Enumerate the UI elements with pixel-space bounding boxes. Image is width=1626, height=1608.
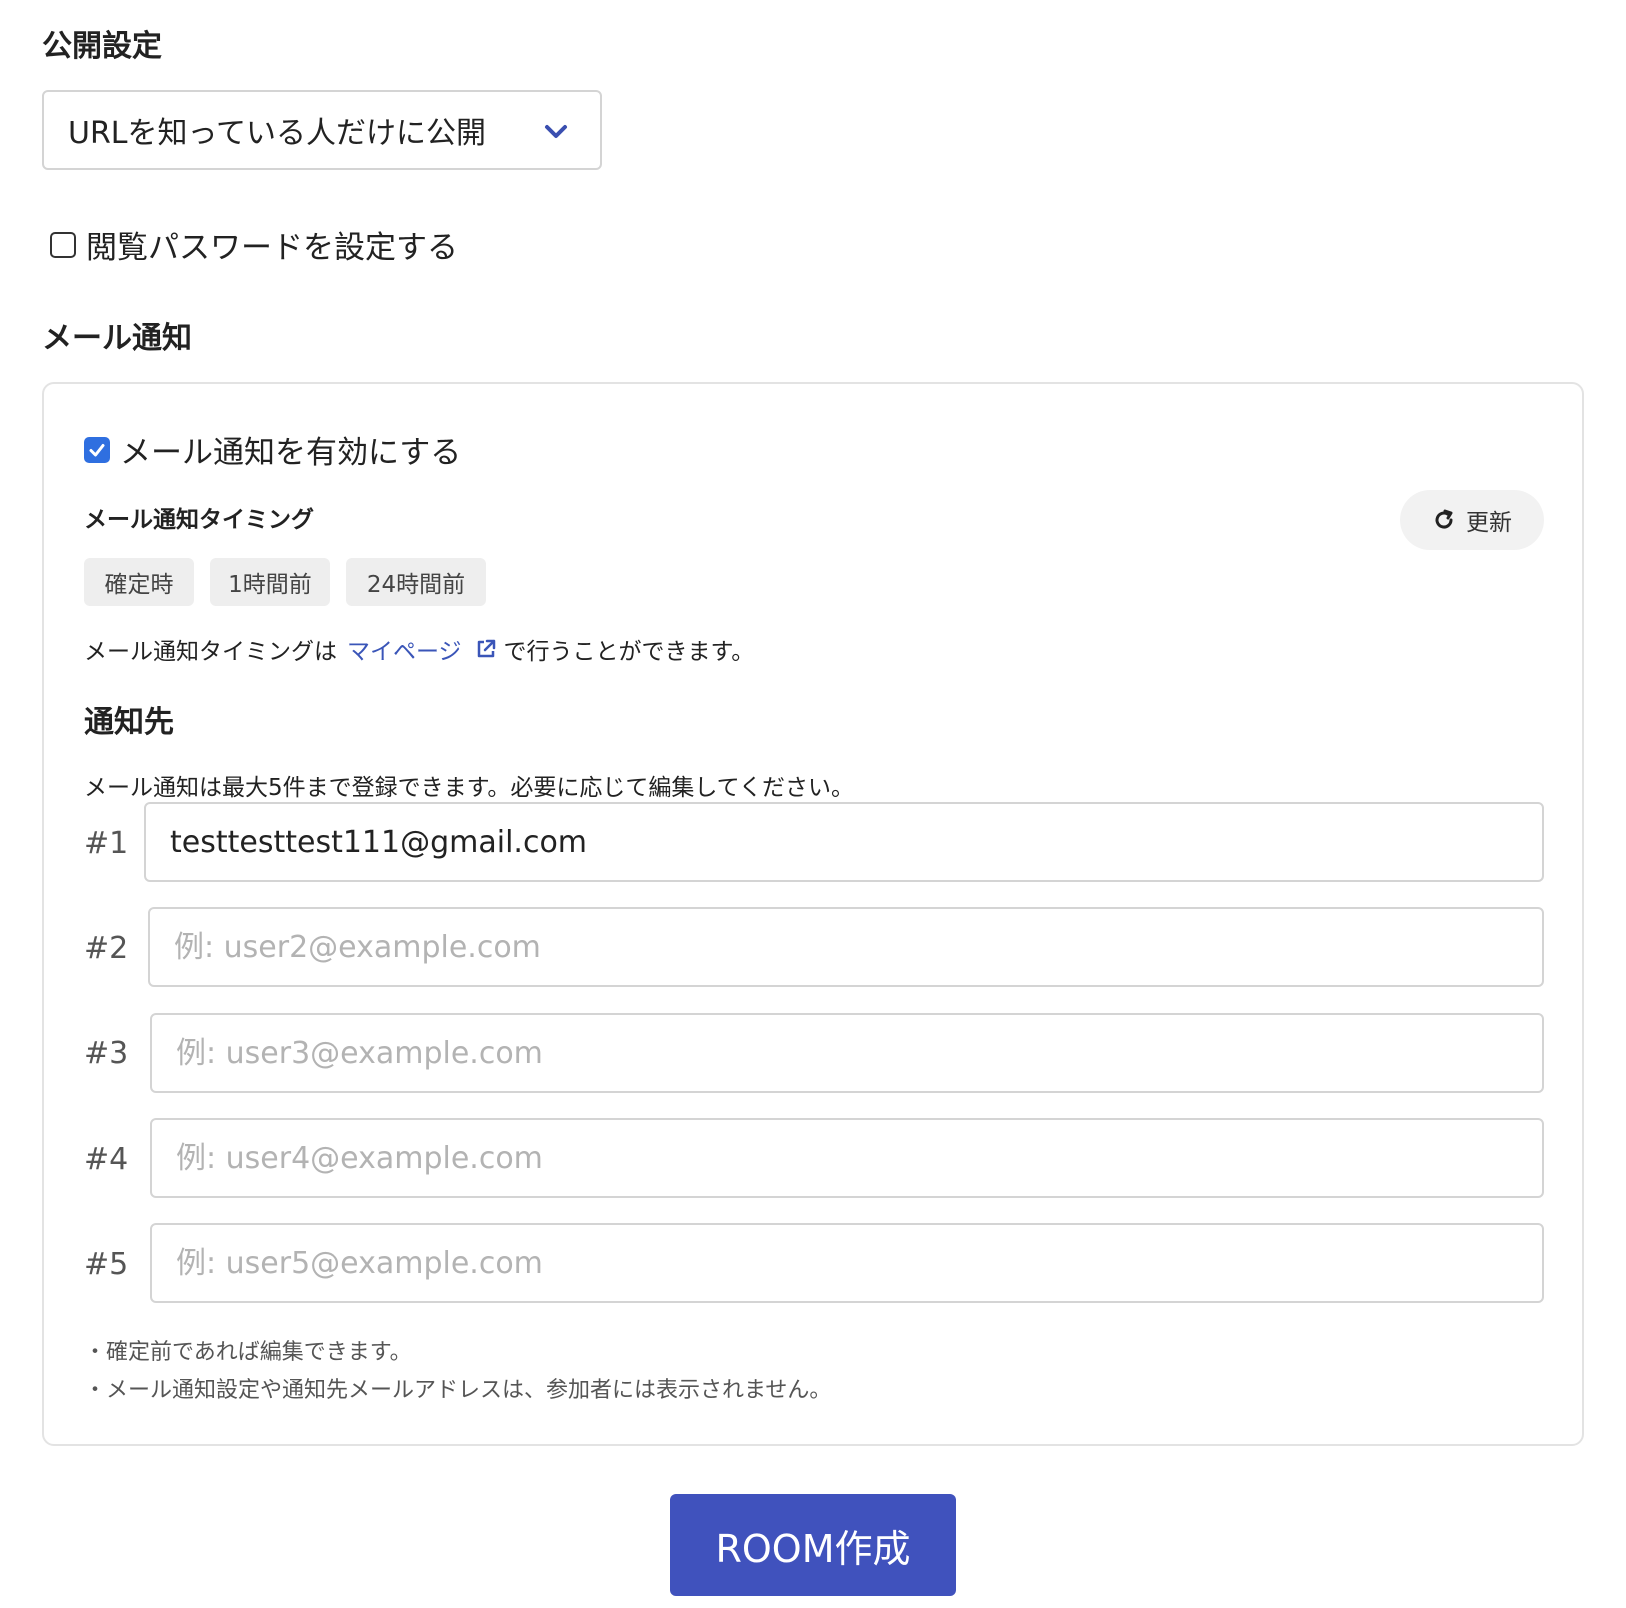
recipient-email-input[interactable] bbox=[148, 907, 1544, 987]
visibility-title: 公開設定 bbox=[42, 29, 162, 64]
timing-chip: 1時間前 bbox=[210, 558, 330, 606]
recipient-label: #3 bbox=[84, 1036, 129, 1071]
mail-enable-checkbox[interactable] bbox=[84, 436, 110, 463]
password-option[interactable]: 閲覧パスワードを設定する bbox=[50, 222, 458, 267]
timing-note-prefix: メール通知タイミングは bbox=[84, 639, 337, 665]
recipient-email-input[interactable] bbox=[144, 802, 1544, 882]
visibility-select-value: URLを知っている人だけに公開 bbox=[68, 116, 487, 151]
mail-enable-label: メール通知を有効にする bbox=[120, 435, 462, 471]
footnote: ・メール通知設定や通知先メールアドレスは、参加者には表示されません。 bbox=[84, 1378, 832, 1403]
recipient-email-input[interactable] bbox=[150, 1013, 1544, 1093]
recipient-email-input[interactable] bbox=[150, 1223, 1544, 1303]
timing-note: メール通知タイミングは マイページ で行うことができます。 bbox=[84, 632, 754, 666]
visibility-select[interactable]: URLを知っている人だけに公開 bbox=[42, 90, 602, 170]
create-room-button[interactable]: ROOM作成 bbox=[670, 1494, 956, 1596]
timing-note-suffix: で行うことができます。 bbox=[503, 639, 755, 665]
recipient-label: #5 bbox=[84, 1247, 129, 1282]
mail-enable-option[interactable]: メール通知を有効にする bbox=[84, 427, 461, 472]
recipient-email-input[interactable] bbox=[150, 1118, 1544, 1198]
password-label: 閲覧パスワードを設定する bbox=[86, 230, 458, 266]
check-icon bbox=[89, 443, 105, 456]
footnote: ・確定前であれば編集できます。 bbox=[84, 1340, 412, 1365]
recipient-label: #4 bbox=[84, 1142, 129, 1177]
recipient-label: #2 bbox=[84, 931, 129, 966]
dest-title: 通知先 bbox=[84, 705, 174, 740]
mypage-link[interactable]: マイページ bbox=[347, 632, 462, 666]
refresh-button[interactable]: 更新 bbox=[1400, 490, 1544, 550]
external-link-icon[interactable] bbox=[474, 637, 498, 661]
mail-timing-title: メール通知タイミング bbox=[84, 507, 314, 533]
timing-chip: 確定時 bbox=[84, 558, 194, 606]
timing-chip: 24時間前 bbox=[346, 558, 486, 606]
dest-description: メール通知は最大5件まで登録できます。必要に応じて編集してください。 bbox=[84, 775, 854, 801]
refresh-label: 更新 bbox=[1466, 510, 1512, 536]
password-checkbox[interactable] bbox=[50, 231, 76, 258]
chevron-down-icon bbox=[545, 125, 567, 138]
recipient-label: #1 bbox=[84, 826, 129, 861]
mail-title: メール通知 bbox=[42, 321, 192, 356]
refresh-icon bbox=[1435, 509, 1453, 529]
